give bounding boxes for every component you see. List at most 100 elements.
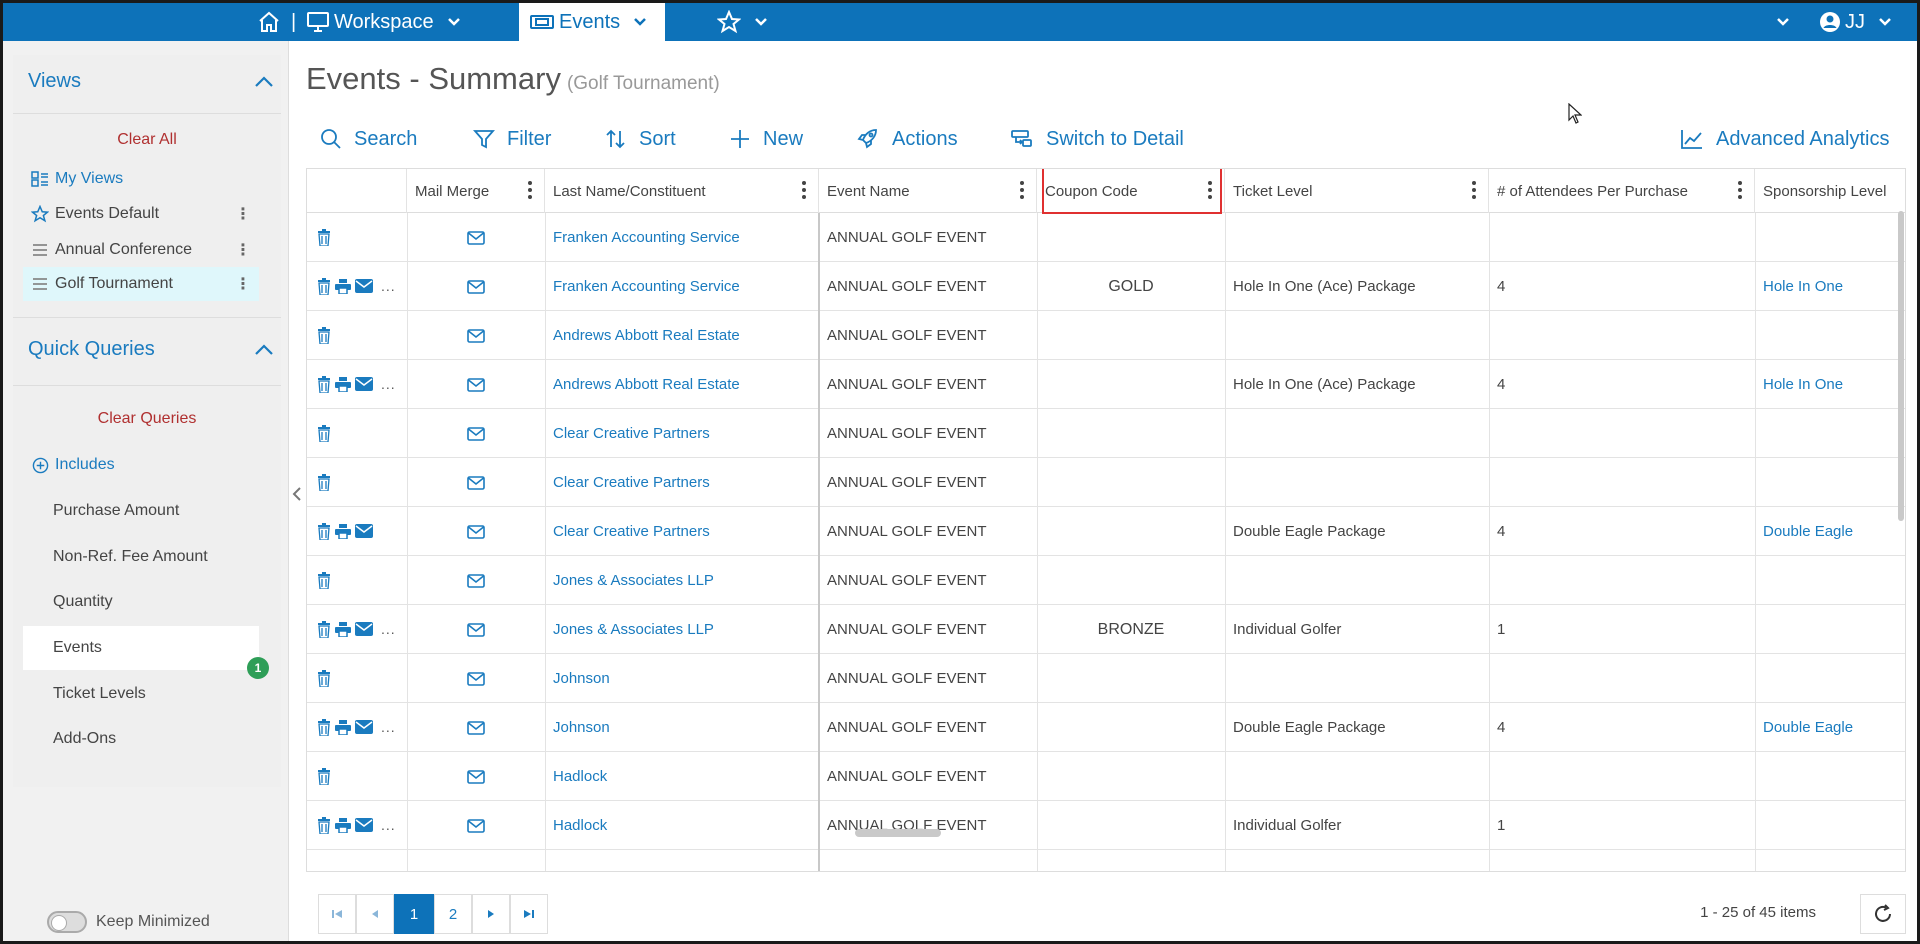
more-actions-icon[interactable]: ... (381, 621, 396, 637)
vertical-scrollbar[interactable] (1898, 211, 1904, 521)
column-menu-icon[interactable] (1472, 181, 1476, 199)
clear-all-link[interactable]: Clear All (13, 131, 281, 149)
drag-handle-icon[interactable] (31, 241, 49, 259)
mail-merge-cell[interactable] (407, 507, 545, 556)
printer-icon[interactable] (335, 621, 351, 637)
trash-icon[interactable] (317, 718, 331, 736)
mail-merge-cell[interactable] (407, 458, 545, 507)
mail-merge-icon[interactable] (467, 279, 485, 294)
more-actions-icon[interactable]: ... (381, 817, 396, 833)
table-row[interactable]: ... Franken Accounting Service ANNUAL GOLF… (307, 262, 1905, 311)
mail-merge-icon[interactable] (467, 230, 485, 245)
mail-merge-cell[interactable] (407, 213, 545, 262)
table-row[interactable]: Franken Accounting Service ANNUAL GOLF EV… (307, 213, 1905, 262)
table-row[interactable]: Clear Creative Partners ANNUAL GOLF EVENT (307, 458, 1905, 507)
kebab-menu-icon[interactable]: ⋮ (235, 204, 251, 224)
constituent-link[interactable]: Andrews Abbott Real Estate (545, 311, 819, 360)
email-icon[interactable] (355, 622, 373, 636)
sponsorship-level-link[interactable] (1755, 458, 1905, 507)
kebab-menu-icon[interactable]: ⋮ (235, 274, 251, 294)
column-header-mail-merge[interactable]: Mail Merge (407, 169, 545, 213)
search-button[interactable]: Search (320, 125, 417, 153)
column-menu-icon[interactable] (1020, 181, 1024, 199)
mail-merge-icon[interactable] (467, 475, 485, 490)
trash-icon[interactable] (317, 326, 331, 344)
workspace-menu[interactable]: Workspace (306, 3, 462, 41)
includes-toggle[interactable]: Includes (23, 448, 259, 482)
next-page-button[interactable] (472, 894, 510, 934)
mail-merge-icon[interactable] (467, 328, 485, 343)
constituent-link[interactable]: Hadlock (545, 752, 819, 801)
view-item-events-default[interactable]: Events Default ⋮ (23, 197, 259, 231)
sponsorship-level-link[interactable] (1755, 213, 1905, 262)
column-header-last-name[interactable]: Last Name/Constituent (545, 169, 819, 213)
constituent-link[interactable]: Franken Accounting Service (545, 213, 819, 262)
email-icon[interactable] (355, 377, 373, 391)
mail-merge-cell[interactable] (407, 262, 545, 311)
advanced-analytics-button[interactable]: Advanced Analytics (1680, 125, 1889, 153)
first-page-button[interactable] (318, 894, 356, 934)
home-icon[interactable] (257, 3, 281, 41)
query-item-add-ons[interactable]: Add-Ons (23, 717, 259, 761)
sponsorship-level-link[interactable] (1755, 752, 1905, 801)
column-header-event-name[interactable]: Event Name (819, 169, 1037, 213)
table-row[interactable]: Hadlock ANNUAL GOLF EVENT (307, 752, 1905, 801)
sponsorship-level-link[interactable] (1755, 801, 1905, 850)
query-item-non-ref-fee-amount[interactable]: Non-Ref. Fee Amount (23, 535, 259, 579)
constituent-link[interactable]: Franken Accounting Service (545, 262, 819, 311)
table-row[interactable]: ... Hadlock ANNUAL GOLF EVENT Individual Go… (307, 801, 1905, 850)
page-button-1[interactable]: 1 (394, 894, 434, 934)
table-row[interactable]: Clear Creative Partners ANNUAL GOLF EVENT… (307, 507, 1905, 556)
printer-icon[interactable] (335, 719, 351, 735)
constituent-link[interactable]: Clear Creative Partners (545, 458, 819, 507)
more-actions-icon[interactable]: ... (381, 719, 396, 735)
table-row[interactable]: Jones & Associates LLP ANNUAL GOLF EVENT (307, 556, 1905, 605)
mail-merge-cell[interactable] (407, 654, 545, 703)
new-button[interactable]: New (729, 125, 803, 153)
column-menu-icon[interactable] (1738, 181, 1742, 199)
sponsorship-level-link[interactable] (1755, 654, 1905, 703)
previous-page-button[interactable] (356, 894, 394, 934)
mail-merge-cell[interactable] (407, 360, 545, 409)
column-menu-icon[interactable] (802, 181, 806, 199)
table-row[interactable]: ... Andrews Abbott Real Estate ANNUAL GOLF… (307, 360, 1905, 409)
trash-icon[interactable] (317, 228, 331, 246)
my-views-link[interactable]: My Views (23, 162, 259, 196)
collapse-sidebar-icon[interactable] (291, 485, 303, 503)
actions-button[interactable]: Actions (856, 125, 958, 153)
mail-merge-icon[interactable] (467, 377, 485, 392)
sponsorship-level-link[interactable] (1755, 605, 1905, 654)
mail-merge-cell[interactable] (407, 801, 545, 850)
trash-icon[interactable] (317, 522, 331, 540)
mail-merge-cell[interactable] (407, 409, 545, 458)
sponsorship-level-link[interactable] (1755, 409, 1905, 458)
query-item-purchase-amount[interactable]: Purchase Amount (23, 489, 259, 533)
trash-icon[interactable] (317, 669, 331, 687)
constituent-link[interactable]: Hadlock (545, 801, 819, 850)
trash-icon[interactable] (317, 571, 331, 589)
mail-merge-cell[interactable] (407, 605, 545, 654)
sort-button[interactable]: Sort (605, 125, 676, 153)
mail-merge-icon[interactable] (467, 671, 485, 686)
constituent-link[interactable]: Jones & Associates LLP (545, 556, 819, 605)
table-row[interactable]: Clear Creative Partners ANNUAL GOLF EVENT (307, 409, 1905, 458)
page-button-2[interactable]: 2 (434, 894, 472, 934)
mail-merge-cell[interactable] (407, 311, 545, 360)
mail-merge-icon[interactable] (467, 818, 485, 833)
query-item-ticket-levels[interactable]: Ticket Levels (23, 672, 259, 716)
trash-icon[interactable] (317, 473, 331, 491)
constituent-link[interactable]: Andrews Abbott Real Estate (545, 360, 819, 409)
mail-merge-icon[interactable] (467, 720, 485, 735)
mail-merge-icon[interactable] (467, 622, 485, 637)
table-row[interactable]: ... Jones & Associates LLP ANNUAL GOLF EVE… (307, 605, 1905, 654)
sponsorship-level-link[interactable]: Hole In One (1755, 360, 1905, 409)
constituent-link[interactable]: Clear Creative Partners (545, 409, 819, 458)
mail-merge-icon[interactable] (467, 426, 485, 441)
mail-merge-cell[interactable] (407, 752, 545, 801)
user-menu[interactable]: JJ (1819, 3, 1893, 41)
email-icon[interactable] (355, 818, 373, 832)
email-icon[interactable] (355, 279, 373, 293)
column-header-sponsorship-level[interactable]: Sponsorship Level (1755, 169, 1905, 213)
table-row[interactable]: ... Johnson ANNUAL GOLF EVENT Double Eagle … (307, 703, 1905, 752)
query-item-events[interactable]: Events (23, 626, 259, 670)
